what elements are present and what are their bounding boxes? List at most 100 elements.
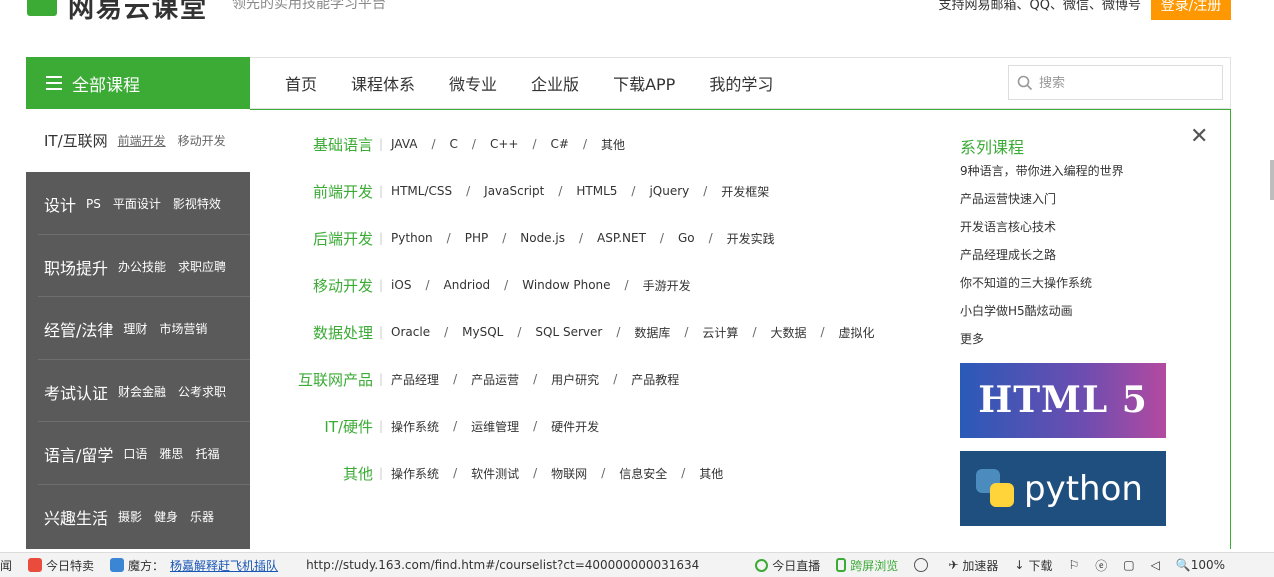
topic-link[interactable]: Go [678,231,695,245]
topic-link[interactable]: 手游开发 [643,277,691,294]
search-icon[interactable] [1017,75,1033,91]
row-title[interactable]: 其他 [250,463,373,484]
magic-news-link[interactable]: 杨嘉解释赶飞机插队 [170,557,278,574]
topic-link[interactable]: 数据库 [634,324,670,341]
today-deal-link[interactable]: 今日特卖 [46,557,94,574]
topic-link[interactable]: SQL Server [535,325,602,339]
all-courses-button[interactable]: 全部课程 [26,57,250,109]
nav-home[interactable]: 首页 [268,71,334,95]
topic-link[interactable]: 产品经理 [391,371,439,388]
topic-link[interactable]: Node.js [520,231,565,245]
row-title[interactable]: 移动开发 [250,275,373,296]
topic-link[interactable]: MySQL [462,325,503,339]
topic-link[interactable]: 产品运营 [471,371,519,388]
category-design[interactable]: 设计 PS 平面设计 影视特效 [26,172,250,235]
topic-link[interactable]: Andriod [444,278,491,292]
topic-link[interactable]: 信息安全 [619,465,667,482]
nav-download-app[interactable]: 下载APP [596,71,692,95]
category-hobby[interactable]: 兴趣生活 摄影 健身 乐器 [26,485,250,548]
topic-link[interactable]: ASP.NET [597,231,646,245]
topic-link[interactable]: 物联网 [551,465,587,482]
nav-course-system[interactable]: 课程体系 [334,71,432,95]
close-icon[interactable]: ✕ [1190,124,1208,149]
topic-link[interactable]: C# [551,137,569,151]
subcategory-link[interactable]: 市场营销 [159,320,207,337]
topic-link[interactable]: iOS [391,278,411,292]
series-item[interactable]: 9种语言，带你进入编程的世界 [960,162,1124,190]
python-promo-banner[interactable]: python [960,451,1166,526]
subcategory-link[interactable]: 口语 [123,445,147,462]
subcategory-link[interactable]: 平面设计 [113,195,161,212]
topic-link[interactable]: PHP [465,231,489,245]
subcategory-link[interactable]: 健身 [154,508,178,525]
refresh-icon[interactable] [914,558,929,572]
topic-link[interactable]: C [450,137,458,151]
topic-link[interactable]: HTML/CSS [391,184,452,198]
search-box[interactable] [1008,65,1223,100]
cross-screen-button[interactable]: 跨屏浏览 [850,557,898,574]
topic-link[interactable]: 其他 [601,136,625,153]
subcategory-link[interactable]: 托福 [195,445,219,462]
flag-icon[interactable]: ⚐ [1068,558,1079,572]
row-title[interactable]: 基础语言 [250,134,373,155]
ie-icon[interactable]: ⓔ [1095,557,1107,574]
topic-link[interactable]: HTML5 [576,184,617,198]
topic-link[interactable]: 开发框架 [721,183,769,200]
subcategory-link[interactable]: 办公技能 [118,258,166,275]
topic-link[interactable]: 开发实践 [727,230,775,247]
topic-link[interactable]: JAVA [391,137,417,151]
download-button[interactable]: 下载 [1028,557,1052,574]
topic-link[interactable]: JavaScript [484,184,544,198]
subcategory-link[interactable]: PS [86,197,101,211]
series-item[interactable]: 产品经理成长之路 [960,246,1124,274]
topic-link[interactable]: Window Phone [522,278,610,292]
category-it-internet[interactable]: IT/互联网 前端开发 移动开发 [26,109,250,172]
topic-link[interactable]: 操作系统 [391,465,439,482]
category-business-law[interactable]: 经管/法律 理财 市场营销 [26,297,250,360]
row-title[interactable]: 前端开发 [250,181,373,202]
subcategory-link[interactable]: 雅思 [159,445,183,462]
topic-link[interactable]: 云计算 [702,324,738,341]
nav-enterprise[interactable]: 企业版 [514,71,596,95]
row-title[interactable]: 互联网产品 [250,369,373,390]
category-career[interactable]: 职场提升 办公技能 求职应聘 [26,235,250,298]
html5-promo-banner[interactable]: HTML 5 [960,363,1166,438]
subcategory-link[interactable]: 摄影 [118,508,142,525]
topic-link[interactable]: 虚拟化 [839,324,875,341]
category-exam[interactable]: 考试认证 财会金融 公考求职 [26,360,250,423]
accelerator-button[interactable]: 加速器 [962,557,998,574]
logo-text[interactable]: 网易云课堂 [68,0,208,25]
category-language[interactable]: 语言/留学 口语 雅思 托福 [26,422,250,485]
subcategory-link[interactable]: 公考求职 [178,383,226,400]
zoom-level[interactable]: 100% [1191,558,1225,572]
subcategory-link[interactable]: 求职应聘 [178,258,226,275]
row-title[interactable]: IT/硬件 [250,416,373,437]
nav-micro-major[interactable]: 微专业 [432,71,514,95]
subcategory-link[interactable]: 前端开发 [118,132,166,149]
topic-link[interactable]: 操作系统 [391,418,439,435]
topic-link[interactable]: Python [391,231,433,245]
series-more-link[interactable]: 更多 [960,330,1124,358]
topic-link[interactable]: 软件测试 [471,465,519,482]
live-button[interactable]: 今日直播 [772,557,820,574]
topic-link[interactable]: 运维管理 [471,418,519,435]
topic-link[interactable]: jQuery [649,184,689,198]
volume-icon[interactable]: ◁ [1151,558,1160,572]
topic-link[interactable]: 硬件开发 [551,418,599,435]
subcategory-link[interactable]: 移动开发 [178,132,226,149]
login-register-button[interactable]: 登录/注册 [1151,0,1231,20]
topic-link[interactable]: 产品教程 [631,371,679,388]
row-title[interactable]: 后端开发 [250,228,373,249]
subcategory-link[interactable]: 影视特效 [173,195,221,212]
search-input[interactable] [1039,75,1209,90]
logo-icon[interactable] [27,0,57,16]
topic-link[interactable]: C++ [490,137,519,151]
topic-link[interactable]: Oracle [391,325,430,339]
series-item[interactable]: 开发语言核心技术 [960,218,1124,246]
subcategory-link[interactable]: 财会金融 [118,383,166,400]
row-title[interactable]: 数据处理 [250,322,373,343]
topic-link[interactable]: 大数据 [770,324,806,341]
window-icon[interactable]: ▢ [1123,558,1134,572]
subcategory-link[interactable]: 乐器 [190,508,214,525]
scrollbar[interactable] [1270,160,1274,200]
